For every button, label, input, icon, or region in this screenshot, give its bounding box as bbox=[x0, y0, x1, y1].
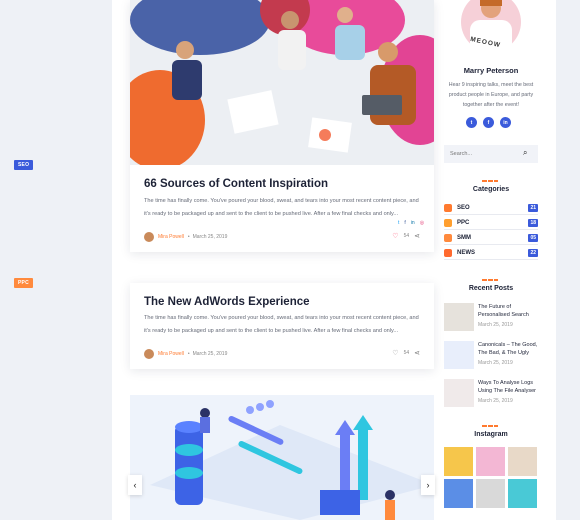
category-item-ppc[interactable]: PPC 18 bbox=[444, 216, 538, 230]
linkedin-icon[interactable]: in bbox=[500, 117, 511, 128]
linkedin-icon[interactable]: in bbox=[411, 220, 415, 226]
post-title[interactable]: 66 Sources of Content Inspiration bbox=[144, 178, 328, 190]
recent-post-date: March 25, 2019 bbox=[478, 360, 513, 366]
post-excerpt: The time has finally come. You've poured… bbox=[144, 315, 419, 334]
facebook-icon[interactable]: f bbox=[483, 117, 494, 128]
share-social-row: t f in ◎ bbox=[398, 220, 424, 226]
recent-post-item[interactable]: The Future of Personalised Search March … bbox=[444, 303, 540, 331]
post-actions: ♡ 54 ⋖ bbox=[392, 232, 420, 240]
instagram-photo[interactable] bbox=[444, 479, 473, 508]
author-avatar bbox=[144, 349, 154, 359]
author-avatar bbox=[144, 232, 154, 242]
facebook-icon[interactable]: f bbox=[404, 220, 405, 226]
instagram-photo[interactable] bbox=[508, 479, 537, 508]
recent-post-date: March 25, 2019 bbox=[478, 398, 513, 404]
recent-posts-title: Recent Posts bbox=[468, 285, 514, 292]
ppc-icon bbox=[444, 218, 452, 227]
recent-post-thumbnail bbox=[444, 341, 474, 369]
category-count: 05 bbox=[528, 233, 538, 242]
instagram-photo[interactable] bbox=[476, 447, 505, 476]
instagram-photo[interactable] bbox=[444, 447, 473, 476]
share-icon[interactable]: ⋖ bbox=[414, 349, 420, 357]
profile-bio: Hear 9 inspiring talks, meet the best pr… bbox=[448, 82, 534, 108]
recent-post-item[interactable]: Ways To Analyse Logs Using The File Anal… bbox=[444, 379, 540, 407]
meta-separator: • bbox=[187, 234, 190, 240]
recent-post-title[interactable]: Ways To Analyse Logs Using The File Anal… bbox=[478, 379, 540, 395]
category-count: 18 bbox=[528, 218, 538, 227]
post-meta: Mira Powell • March 25, 2019 bbox=[144, 232, 227, 242]
twitter-icon[interactable]: t bbox=[398, 220, 399, 226]
post-meta: Mira Powell • March 25, 2019 bbox=[144, 349, 227, 359]
twitter-icon[interactable]: t bbox=[466, 117, 477, 128]
instagram-photo[interactable] bbox=[508, 447, 537, 476]
recent-post-thumbnail bbox=[444, 379, 474, 407]
like-count: 54 bbox=[403, 233, 410, 239]
smm-icon bbox=[444, 233, 452, 242]
category-count: 22 bbox=[528, 248, 538, 257]
post-actions: ♡ 54 ⋖ bbox=[392, 349, 420, 357]
seo-icon bbox=[444, 203, 452, 212]
share-icon[interactable]: ⋖ bbox=[414, 232, 420, 240]
section-divider bbox=[482, 180, 498, 182]
instagram-title: Instagram bbox=[474, 431, 508, 438]
post-date: March 25, 2019 bbox=[192, 351, 228, 357]
slider-prev-button[interactable]: ‹ bbox=[128, 475, 142, 495]
recent-post-title[interactable]: The Future of Personalised Search bbox=[478, 303, 540, 319]
post-card[interactable]: 66 Sources of Content Inspiration The ti… bbox=[130, 0, 434, 252]
category-label: SEO bbox=[457, 204, 470, 211]
post-title[interactable]: The New AdWords Experience bbox=[144, 296, 310, 308]
instagram-photo[interactable] bbox=[476, 479, 505, 508]
author-link[interactable]: Mira Powell bbox=[158, 351, 184, 357]
post-slider-image[interactable] bbox=[130, 395, 434, 520]
category-item-seo[interactable]: SEO 21 bbox=[444, 201, 538, 215]
category-badge[interactable]: PPC bbox=[14, 278, 33, 288]
heart-icon[interactable]: ♡ bbox=[392, 232, 398, 240]
section-divider bbox=[482, 425, 498, 427]
post-date: March 25, 2019 bbox=[192, 234, 228, 240]
section-divider bbox=[482, 279, 498, 281]
post-card[interactable]: The New AdWords Experience The time has … bbox=[130, 283, 434, 369]
post-hero-image[interactable] bbox=[130, 0, 434, 165]
categories-title: Categories bbox=[472, 186, 510, 193]
recent-post-date: March 25, 2019 bbox=[478, 322, 513, 328]
recent-post-thumbnail bbox=[444, 303, 474, 331]
category-item-news[interactable]: NEWS 22 bbox=[444, 246, 538, 260]
search-icon[interactable]: ⌕ bbox=[523, 148, 527, 158]
isometric-illustration bbox=[130, 395, 434, 520]
news-icon bbox=[444, 248, 452, 257]
profile-name: Marry Peterson bbox=[463, 66, 519, 75]
post-excerpt: The time has finally come. You've poured… bbox=[144, 198, 419, 217]
recent-post-title[interactable]: Canonicals – The Good, The Bad, & The Ug… bbox=[478, 341, 540, 357]
profile-avatar bbox=[461, 0, 521, 54]
category-item-smm[interactable]: SMM 05 bbox=[444, 231, 538, 245]
slider-next-button[interactable]: › bbox=[421, 475, 435, 495]
author-link[interactable]: Mira Powell bbox=[158, 234, 184, 240]
category-label: PPC bbox=[457, 219, 470, 226]
recent-post-item[interactable]: Canonicals – The Good, The Bad, & The Ug… bbox=[444, 341, 540, 369]
meta-separator: • bbox=[187, 351, 190, 357]
category-count: 21 bbox=[528, 203, 538, 212]
profile-social-row: t f in bbox=[466, 117, 511, 128]
like-count: 54 bbox=[403, 350, 410, 356]
team-photo-illustration bbox=[130, 0, 434, 165]
category-label: SMM bbox=[457, 234, 471, 241]
heart-icon[interactable]: ♡ bbox=[392, 349, 398, 357]
category-label: NEWS bbox=[457, 249, 475, 256]
instagram-grid bbox=[444, 447, 538, 508]
instagram-icon[interactable]: ◎ bbox=[420, 220, 424, 226]
category-badge[interactable]: SEO bbox=[14, 160, 34, 170]
